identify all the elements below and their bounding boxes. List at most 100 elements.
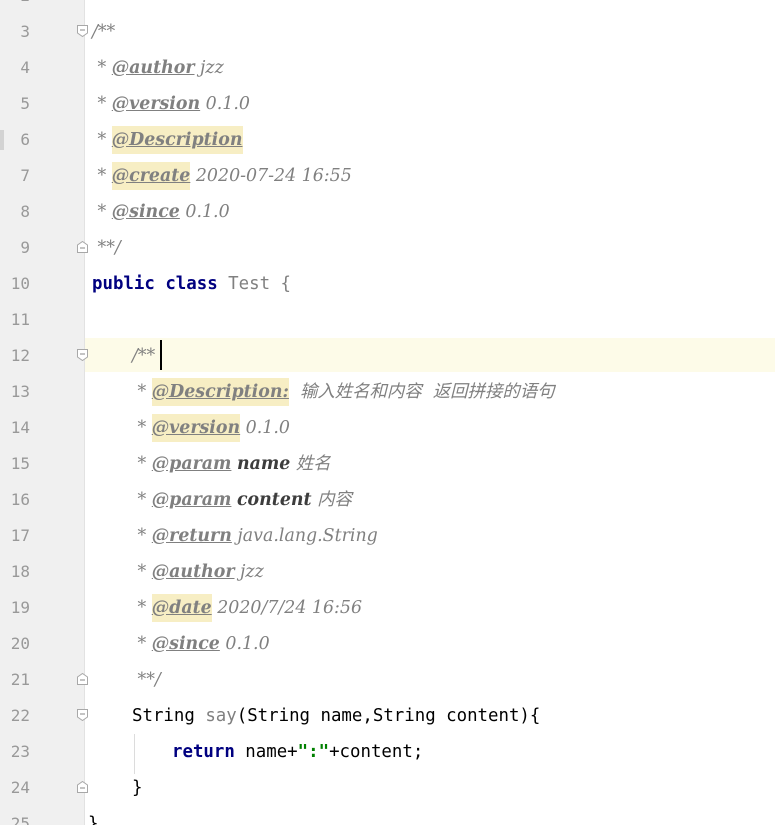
code-text: String say(String name,String content){ <box>132 702 540 730</box>
code-text: * @version 0.1.0 <box>132 414 290 442</box>
code-text: * @author jzz <box>92 54 224 82</box>
code-text: * @create 2020-07-24 16:55 <box>92 162 352 190</box>
line-number[interactable]: 18 <box>0 560 30 584</box>
fold-marker-close-icon[interactable] <box>77 241 88 253</box>
comment-prefix: * <box>132 382 152 402</box>
line-number[interactable]: 5 <box>0 92 30 116</box>
javadoc-tag: @version <box>111 94 201 114</box>
code-text: * @since 0.1.0 <box>92 198 230 226</box>
line-number[interactable]: 20 <box>0 632 30 656</box>
code-line: 6 * @Description <box>0 122 775 158</box>
line-number[interactable]: 19 <box>0 596 30 620</box>
return-expression: name+ <box>234 742 298 762</box>
code-line: 25} <box>0 806 775 825</box>
line-number[interactable]: 13 <box>0 380 30 404</box>
line-number[interactable]: 10 <box>0 272 30 296</box>
line-number[interactable]: 2 <box>0 0 30 8</box>
comment-prefix: * <box>132 490 152 510</box>
comment-text: 2020/7/24 16:56 <box>211 598 363 618</box>
comment-text: **/ <box>92 238 121 258</box>
comment-text: java.lang.String <box>231 526 378 546</box>
return-expression-tail: +content; <box>329 742 424 762</box>
line-number[interactable]: 8 <box>0 200 30 224</box>
javadoc-tag: @author <box>111 58 195 78</box>
fold-marker-open-icon[interactable] <box>77 25 88 37</box>
code-line: 4 * @author jzz <box>0 50 775 86</box>
code-line: 24} <box>0 770 775 806</box>
code-line: 3 /** <box>0 14 775 50</box>
method-params: (String name,String content){ <box>236 706 541 726</box>
javadoc-tag: @since <box>111 202 180 222</box>
code-line: 12 /** <box>0 338 775 374</box>
comment-prefix: * <box>92 202 112 222</box>
comment-text: jzz <box>234 562 264 582</box>
line-number[interactable]: 16 <box>0 488 30 512</box>
code-line: 19 * @date 2020/7/24 16:56 <box>0 590 775 626</box>
code-line: 11 <box>0 302 775 338</box>
javadoc-tag: @Description: <box>151 378 289 406</box>
param-name: content <box>236 490 312 510</box>
string-literal: ":" <box>297 742 330 762</box>
code-text: * @version 0.1.0 <box>92 90 250 118</box>
line-number[interactable]: 3 <box>0 20 30 44</box>
line-number[interactable]: 15 <box>0 452 30 476</box>
line-number[interactable]: 12 <box>0 344 30 368</box>
comment-prefix: * <box>132 454 152 474</box>
code-text: * @param name 姓名 <box>132 450 331 478</box>
comment-prefix: * <box>132 598 152 618</box>
line-number[interactable]: 23 <box>0 740 30 764</box>
keyword-return: return <box>172 742 235 762</box>
line-number[interactable]: 9 <box>0 236 30 260</box>
line-number[interactable]: 17 <box>0 524 30 548</box>
code-line: 9 **/ <box>0 230 775 266</box>
fold-marker-open-icon[interactable] <box>77 709 88 721</box>
javadoc-tag: @version <box>151 414 241 442</box>
code-text-plain: } <box>88 814 99 825</box>
javadoc-tag: @Description <box>111 126 243 154</box>
code-text: /** <box>132 342 155 370</box>
javadoc-tag: @author <box>151 562 235 582</box>
code-text: * @Description <box>92 126 243 154</box>
line-number[interactable]: 14 <box>0 416 30 440</box>
line-number[interactable]: 7 <box>0 164 30 188</box>
fold-marker-close-icon[interactable] <box>77 673 88 685</box>
fold-marker-close-icon[interactable] <box>77 781 88 793</box>
comment-text: 输入姓名和内容 返回拼接的语句 <box>288 382 555 402</box>
param-name: name <box>236 454 291 474</box>
comment-text: **/ <box>132 670 161 690</box>
line-number[interactable]: 22 <box>0 704 30 728</box>
code-line: 22 String say(String name,String content)… <box>0 698 775 734</box>
javadoc-tag: @param <box>151 490 232 510</box>
code-line: 5 * @version 0.1.0 <box>0 86 775 122</box>
line-number[interactable]: 4 <box>0 56 30 80</box>
comment-text: 0.1.0 <box>219 634 270 654</box>
code-text: * @since 0.1.0 <box>132 630 270 658</box>
code-text: return name+":"+content; <box>172 738 423 766</box>
javadoc-tag: @since <box>151 634 220 654</box>
code-text: * @Description: 输入姓名和内容 返回拼接的语句 <box>132 378 555 406</box>
line-number[interactable]: 24 <box>0 776 30 800</box>
return-type: String <box>132 706 195 726</box>
code-line: 17 * @return java.lang.String <box>0 518 775 554</box>
comment-prefix: * <box>92 166 112 186</box>
code-text: * @param content 内容 <box>132 486 352 514</box>
line-number[interactable]: 21 <box>0 668 30 692</box>
line-number[interactable]: 25 <box>0 812 30 825</box>
keyword-class: class <box>165 274 218 294</box>
code-line: 20 * @since 0.1.0 <box>0 626 775 662</box>
comment-text: 0.1.0 <box>240 418 290 438</box>
comment-text: 姓名 <box>290 454 331 474</box>
fold-marker-open-icon[interactable] <box>77 349 88 361</box>
code-line: 16 * @param content 内容 <box>0 482 775 518</box>
javadoc-tag: @date <box>151 594 212 622</box>
code-text: * @date 2020/7/24 16:56 <box>132 594 362 622</box>
code-editor[interactable]: 23/**4 * @author jzz5 * @version 0.1.06 … <box>0 0 775 825</box>
comment-text: jzz <box>194 58 224 78</box>
comment-prefix: * <box>92 58 112 78</box>
comment-text: 0.1.0 <box>179 202 230 222</box>
code-line: 7 * @create 2020-07-24 16:55 <box>0 158 775 194</box>
line-number[interactable]: 6 <box>0 128 30 152</box>
keyword-public: public <box>92 274 155 294</box>
line-number[interactable]: 11 <box>0 308 30 332</box>
code-text-plain: } <box>132 778 143 798</box>
